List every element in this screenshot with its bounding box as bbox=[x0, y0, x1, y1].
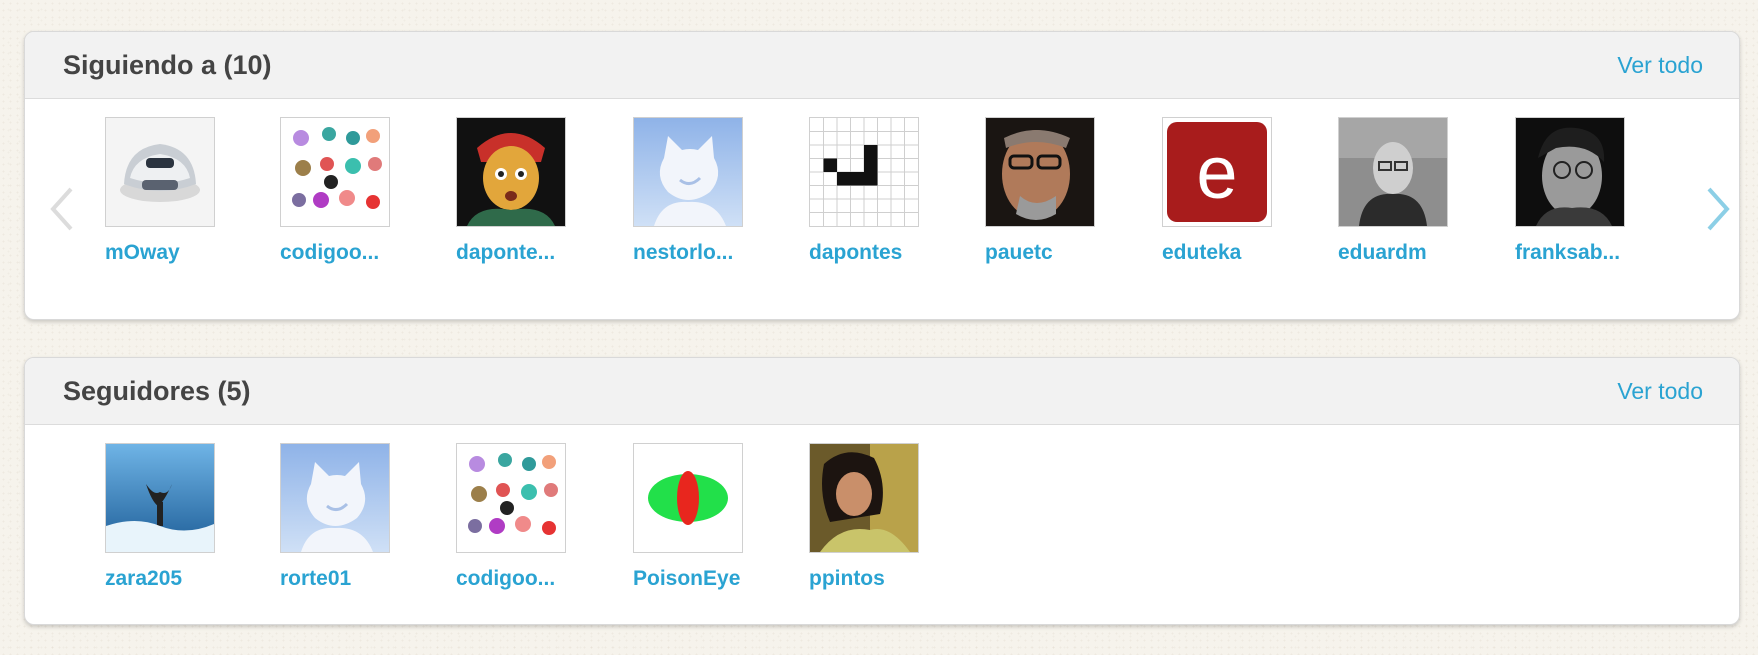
user-card[interactable]: ppintos bbox=[809, 443, 949, 591]
followers-see-all-link[interactable]: Ver todo bbox=[1617, 378, 1703, 405]
avatar[interactable] bbox=[1515, 117, 1625, 227]
user-card[interactable]: PoisonEye bbox=[633, 443, 773, 591]
user-card[interactable]: nestorlo... bbox=[633, 117, 773, 265]
username[interactable]: pauetc bbox=[985, 241, 1125, 265]
svg-text:e: e bbox=[1196, 131, 1237, 214]
user-card[interactable]: e eduteka bbox=[1162, 117, 1302, 265]
username[interactable]: mOway bbox=[105, 241, 245, 265]
avatar[interactable]: e bbox=[1162, 117, 1272, 227]
carousel-prev-button[interactable] bbox=[43, 179, 83, 239]
avatar[interactable] bbox=[985, 117, 1095, 227]
chevron-right-icon bbox=[1707, 187, 1730, 231]
avatar[interactable] bbox=[280, 117, 390, 227]
avatar[interactable] bbox=[809, 117, 919, 227]
username[interactable]: eduardm bbox=[1338, 241, 1478, 265]
user-card[interactable]: daponte... bbox=[456, 117, 596, 265]
username[interactable]: franksab... bbox=[1515, 241, 1655, 265]
avatar[interactable] bbox=[809, 443, 919, 553]
avatar[interactable] bbox=[1338, 117, 1448, 227]
chevron-left-icon bbox=[50, 187, 73, 231]
user-card[interactable]: mOway bbox=[105, 117, 245, 265]
following-gallery: mOway codigoo... daponte... nestorlo... … bbox=[25, 99, 1739, 319]
user-card[interactable]: franksab... bbox=[1515, 117, 1655, 265]
user-card[interactable]: codigoo... bbox=[280, 117, 420, 265]
username[interactable]: eduteka bbox=[1162, 241, 1302, 265]
username[interactable]: dapontes bbox=[809, 241, 949, 265]
carousel-next-button[interactable] bbox=[1697, 179, 1737, 239]
user-card[interactable]: rorte01 bbox=[280, 443, 420, 591]
user-card[interactable]: pauetc bbox=[985, 117, 1125, 265]
following-panel: Siguiendo a (10) Ver todo mOway codigoo.… bbox=[24, 31, 1740, 320]
user-card[interactable]: dapontes bbox=[809, 117, 949, 265]
username[interactable]: rorte01 bbox=[280, 567, 420, 591]
following-header: Siguiendo a (10) Ver todo bbox=[25, 32, 1739, 99]
following-see-all-link[interactable]: Ver todo bbox=[1617, 52, 1703, 79]
username[interactable]: zara205 bbox=[105, 567, 245, 591]
username[interactable]: codigoo... bbox=[456, 567, 596, 591]
user-card[interactable]: codigoo... bbox=[456, 443, 596, 591]
user-card[interactable]: eduardm bbox=[1338, 117, 1478, 265]
avatar[interactable] bbox=[456, 443, 566, 553]
username[interactable]: nestorlo... bbox=[633, 241, 773, 265]
followers-header: Seguidores (5) Ver todo bbox=[25, 358, 1739, 425]
avatar[interactable] bbox=[280, 443, 390, 553]
avatar[interactable] bbox=[456, 117, 566, 227]
following-title: Siguiendo a (10) bbox=[63, 50, 272, 80]
followers-title: Seguidores (5) bbox=[63, 376, 251, 406]
user-card[interactable]: zara205 bbox=[105, 443, 245, 591]
followers-panel: Seguidores (5) Ver todo zara205 rorte01 … bbox=[24, 357, 1740, 625]
avatar[interactable] bbox=[633, 443, 743, 553]
username[interactable]: daponte... bbox=[456, 241, 596, 265]
followers-gallery: zara205 rorte01 codigoo... PoisonEye ppi… bbox=[25, 425, 1739, 624]
username[interactable]: ppintos bbox=[809, 567, 949, 591]
avatar[interactable] bbox=[105, 117, 215, 227]
avatar[interactable] bbox=[105, 443, 215, 553]
avatar[interactable] bbox=[633, 117, 743, 227]
username[interactable]: PoisonEye bbox=[633, 567, 773, 591]
username[interactable]: codigoo... bbox=[280, 241, 420, 265]
